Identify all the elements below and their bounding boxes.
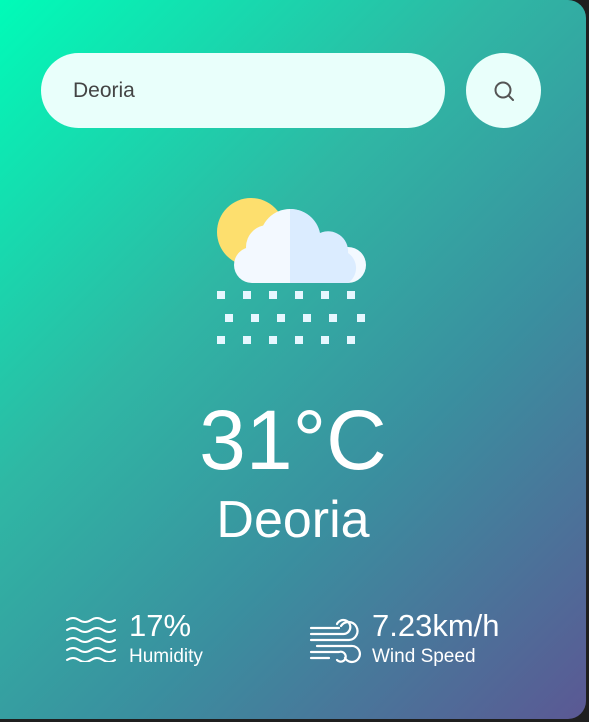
wind-stat: 7.23km/h Wind Speed [309,608,549,672]
wind-icon [309,618,361,664]
humidity-stat: 17% Humidity [65,608,265,672]
humidity-waves-icon [66,617,116,662]
search-icon [494,81,514,101]
humidity-label: Humidity [129,646,203,667]
search-button[interactable] [466,53,541,128]
wind-value: 7.23km/h [372,608,500,643]
temperature: 31°C [199,393,387,487]
weather-card: 31°C Deoria 17% Humidity 7.2 [0,0,586,719]
search-input[interactable] [41,53,445,128]
city-name: Deoria [216,491,370,549]
search-bar [41,53,541,128]
humidity-value: 17% [129,608,192,643]
wind-label: Wind Speed [372,646,476,667]
cloud-sun-snow-icon [217,198,366,344]
